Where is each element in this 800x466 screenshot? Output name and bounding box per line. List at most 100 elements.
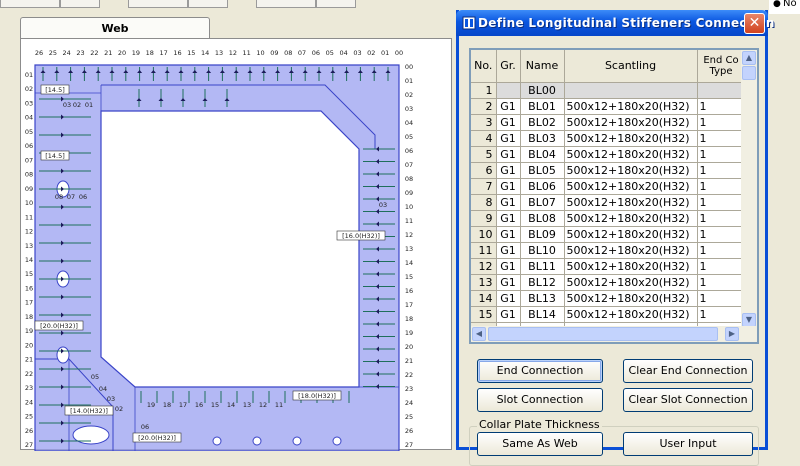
cell-group[interactable]: G1 [496, 210, 521, 227]
scroll-down-icon[interactable]: ▼ [742, 313, 756, 327]
cell-name[interactable]: BL10 [520, 242, 565, 259]
cell-name[interactable]: BL03 [520, 130, 565, 147]
cell-end-connection-type[interactable]: 1 [697, 130, 746, 147]
cell-group[interactable]: G1 [496, 98, 521, 115]
cell-no[interactable]: 2 [471, 98, 497, 115]
close-button[interactable]: ✕ [744, 13, 765, 34]
stiffener-grid[interactable]: No. Gr. Name Scantling End Co Type 1 BL00… [469, 48, 759, 344]
cell-group[interactable]: G1 [496, 242, 521, 259]
cell-group[interactable]: G1 [496, 130, 521, 147]
cell-scantling[interactable]: 500x12+180x20(H32) [564, 290, 698, 307]
cell-name[interactable]: BL14 [520, 306, 565, 323]
cell-name[interactable]: BL13 [520, 290, 565, 307]
table-row[interactable]: 15 G1 BL14 500x12+180x20(H32) 1 [471, 306, 746, 323]
table-row[interactable]: 9 G1 BL08 500x12+180x20(H32) 1 [471, 210, 746, 227]
column-header-no[interactable]: No. [471, 50, 497, 83]
cell-end-connection-type[interactable] [697, 82, 746, 99]
cell-scantling[interactable]: 500x12+180x20(H32) [564, 242, 698, 259]
cell-name[interactable]: BL01 [520, 98, 565, 115]
cell-name[interactable]: BL06 [520, 178, 565, 195]
cell-scantling[interactable]: 500x12+180x20(H32) [564, 114, 698, 131]
cell-group[interactable]: G1 [496, 290, 521, 307]
cell-scantling[interactable]: 500x12+180x20(H32) [564, 258, 698, 275]
cell-group[interactable]: G1 [496, 258, 521, 275]
cell-no[interactable]: 4 [471, 130, 497, 147]
scroll-right-icon[interactable]: ▶ [725, 327, 739, 341]
column-header-group[interactable]: Gr. [496, 50, 521, 83]
cell-group[interactable]: G1 [496, 194, 521, 211]
cell-no[interactable]: 3 [471, 114, 497, 131]
cell-group[interactable]: G1 [496, 146, 521, 163]
cell-no[interactable]: 12 [471, 258, 497, 275]
cell-scantling[interactable]: 500x12+180x20(H32) [564, 130, 698, 147]
table-row[interactable]: 10 G1 BL09 500x12+180x20(H32) 1 [471, 226, 746, 243]
cell-scantling[interactable]: 500x12+180x20(H32) [564, 226, 698, 243]
cell-no[interactable]: 15 [471, 306, 497, 323]
toolbar-button[interactable] [60, 0, 100, 8]
table-row[interactable]: 3 G1 BL02 500x12+180x20(H32) 1 [471, 114, 746, 131]
radio-option-no[interactable]: ● No [769, 0, 800, 14]
user-input-button[interactable]: User Input [623, 432, 753, 456]
cell-scantling[interactable]: 500x12+180x20(H32) [564, 274, 698, 291]
cell-end-connection-type[interactable]: 1 [697, 226, 746, 243]
cell-end-connection-type[interactable]: 1 [697, 162, 746, 179]
web-drawing-canvas[interactable]: 26 25 24 23 22 21 20 19 18 17 16 15 14 13 12 11 10 09 08 07… [20, 38, 452, 451]
table-row[interactable]: 14 G1 BL13 500x12+180x20(H32) 1 [471, 290, 746, 307]
end-connection-button[interactable]: End Connection [477, 359, 603, 383]
toolbar-button[interactable] [256, 0, 316, 8]
cell-end-connection-type[interactable]: 1 [697, 258, 746, 275]
cell-end-connection-type[interactable]: 1 [697, 306, 746, 323]
same-as-web-button[interactable]: Same As Web [477, 432, 603, 456]
cell-no[interactable]: 14 [471, 290, 497, 307]
horizontal-scroll-thumb[interactable] [488, 327, 718, 341]
column-header-end-connection-type[interactable]: End Co Type [697, 50, 746, 83]
cell-scantling[interactable]: 500x12+180x20(H32) [564, 210, 698, 227]
cell-name[interactable]: BL07 [520, 194, 565, 211]
table-row[interactable]: 12 G1 BL11 500x12+180x20(H32) 1 [471, 258, 746, 275]
cell-name[interactable]: BL09 [520, 226, 565, 243]
table-row[interactable]: 1 BL00 [471, 82, 746, 99]
table-row[interactable]: 7 G1 BL06 500x12+180x20(H32) 1 [471, 178, 746, 195]
column-header-name[interactable]: Name [520, 50, 565, 83]
cell-group[interactable]: G1 [496, 114, 521, 131]
column-header-scantling[interactable]: Scantling [564, 50, 698, 83]
cell-scantling[interactable]: 500x12+180x20(H32) [564, 98, 698, 115]
cell-scantling[interactable]: 500x12+180x20(H32) [564, 194, 698, 211]
cell-name[interactable]: BL05 [520, 162, 565, 179]
scroll-up-icon[interactable]: ▲ [742, 51, 756, 65]
table-row[interactable]: 8 G1 BL07 500x12+180x20(H32) 1 [471, 194, 746, 211]
table-row[interactable]: 5 G1 BL04 500x12+180x20(H32) 1 [471, 146, 746, 163]
cell-name[interactable]: BL04 [520, 146, 565, 163]
cell-scantling[interactable]: 500x12+180x20(H32) [564, 178, 698, 195]
tab-web[interactable]: Web [20, 17, 210, 39]
clear-slot-connection-button[interactable]: Clear Slot Connection [623, 388, 753, 412]
cell-group[interactable]: G1 [496, 226, 521, 243]
cell-end-connection-type[interactable]: 1 [697, 290, 746, 307]
toolbar-button[interactable] [188, 0, 228, 8]
table-row[interactable]: 13 G1 BL12 500x12+180x20(H32) 1 [471, 274, 746, 291]
toolbar-button[interactable] [128, 0, 188, 8]
table-row[interactable]: 11 G1 BL10 500x12+180x20(H32) 1 [471, 242, 746, 259]
toolbar-button[interactable] [0, 0, 60, 8]
slot-connection-button[interactable]: Slot Connection [477, 388, 603, 412]
table-row[interactable]: 4 G1 BL03 500x12+180x20(H32) 1 [471, 130, 746, 147]
cell-end-connection-type[interactable]: 1 [697, 146, 746, 163]
cell-end-connection-type[interactable]: 1 [697, 210, 746, 227]
cell-end-connection-type[interactable]: 1 [697, 274, 746, 291]
clear-end-connection-button[interactable]: Clear End Connection [623, 359, 753, 383]
cell-group[interactable]: G1 [496, 178, 521, 195]
cell-name[interactable]: BL02 [520, 114, 565, 131]
cell-no[interactable]: 8 [471, 194, 497, 211]
cell-name[interactable]: BL08 [520, 210, 565, 227]
cell-scantling[interactable]: 500x12+180x20(H32) [564, 162, 698, 179]
cell-no[interactable]: 10 [471, 226, 497, 243]
cell-name[interactable]: BL11 [520, 258, 565, 275]
horizontal-scrollbar[interactable]: ◀ ▶ [471, 326, 757, 342]
cell-group[interactable]: G1 [496, 274, 521, 291]
table-row[interactable]: 2 G1 BL01 500x12+180x20(H32) 1 [471, 98, 746, 115]
scroll-left-icon[interactable]: ◀ [472, 327, 486, 341]
cell-name[interactable]: BL00 [520, 82, 565, 99]
dialog-titlebar[interactable]: Define Longitudinal Stiffeners Connectio… [456, 10, 774, 36]
cell-no[interactable]: 9 [471, 210, 497, 227]
cell-group[interactable]: G1 [496, 306, 521, 323]
